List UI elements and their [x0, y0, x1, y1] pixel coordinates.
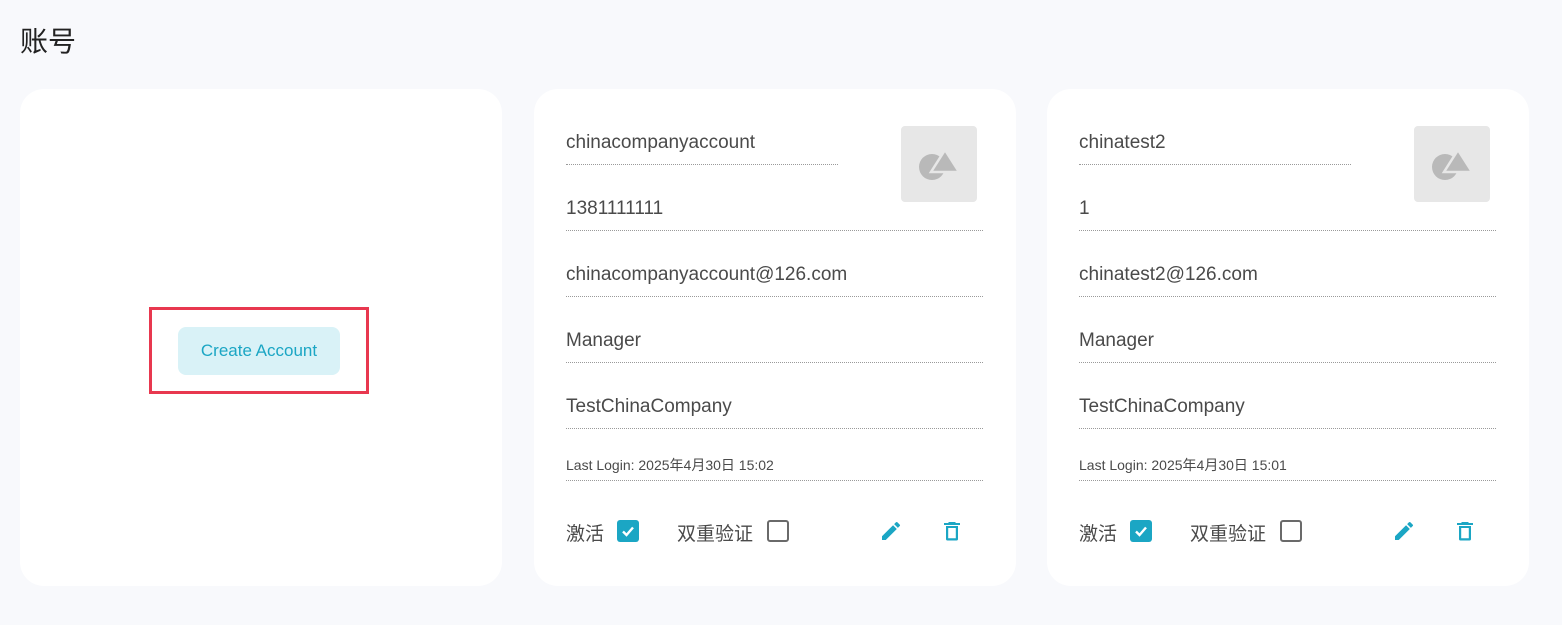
check-icon	[1135, 526, 1147, 537]
role-field[interactable]: Manager	[1079, 330, 1496, 363]
create-account-card: Create Account	[20, 89, 502, 586]
shapes-icon	[1432, 147, 1474, 180]
avatar[interactable]	[1414, 126, 1490, 202]
delete-button[interactable]	[1451, 517, 1479, 545]
highlight-box: Create Account	[149, 307, 369, 394]
create-account-button[interactable]: Create Account	[178, 326, 340, 375]
company-field[interactable]: TestChinaCompany	[566, 396, 983, 429]
account-name-field[interactable]: chinacompanyaccount	[566, 132, 838, 165]
two-factor-label: 双重验证	[1190, 523, 1267, 545]
pencil-icon	[882, 521, 901, 540]
edit-button[interactable]	[1390, 517, 1418, 545]
two-factor-checkbox[interactable]	[767, 520, 789, 542]
active-label: 激活	[566, 523, 605, 545]
active-label: 激活	[1079, 523, 1118, 545]
phone-field[interactable]: 1381111111	[566, 198, 983, 231]
account-card: chinacompanyaccount 1381111111 chinacomp…	[534, 89, 1016, 586]
last-login-text: Last Login: 2025年4月30日 15:01	[1079, 455, 1496, 481]
company-field[interactable]: TestChinaCompany	[1079, 396, 1496, 429]
avatar[interactable]	[901, 126, 977, 202]
active-checkbox[interactable]	[617, 520, 639, 542]
active-checkbox[interactable]	[1130, 520, 1152, 542]
last-login-text: Last Login: 2025年4月30日 15:02	[566, 455, 983, 481]
phone-field[interactable]: 1	[1079, 198, 1496, 231]
page-title: 账号	[20, 25, 77, 58]
check-icon	[622, 526, 634, 537]
account-name-field[interactable]: chinatest2	[1079, 132, 1351, 165]
edit-button[interactable]	[877, 517, 905, 545]
account-controls: 激活 双重验证	[566, 515, 986, 551]
trash-icon	[1457, 522, 1473, 541]
two-factor-label: 双重验证	[677, 523, 754, 545]
pencil-icon	[1395, 521, 1414, 540]
trash-icon	[944, 522, 960, 541]
role-field[interactable]: Manager	[566, 330, 983, 363]
two-factor-checkbox[interactable]	[1280, 520, 1302, 542]
shapes-icon	[919, 147, 961, 180]
email-field[interactable]: chinacompanyaccount@126.com	[566, 264, 983, 297]
delete-button[interactable]	[938, 517, 966, 545]
account-controls: 激活 双重验证	[1079, 515, 1499, 551]
email-field[interactable]: chinatest2@126.com	[1079, 264, 1496, 297]
account-card: chinatest2 1 chinatest2@126.com Manager …	[1047, 89, 1529, 586]
